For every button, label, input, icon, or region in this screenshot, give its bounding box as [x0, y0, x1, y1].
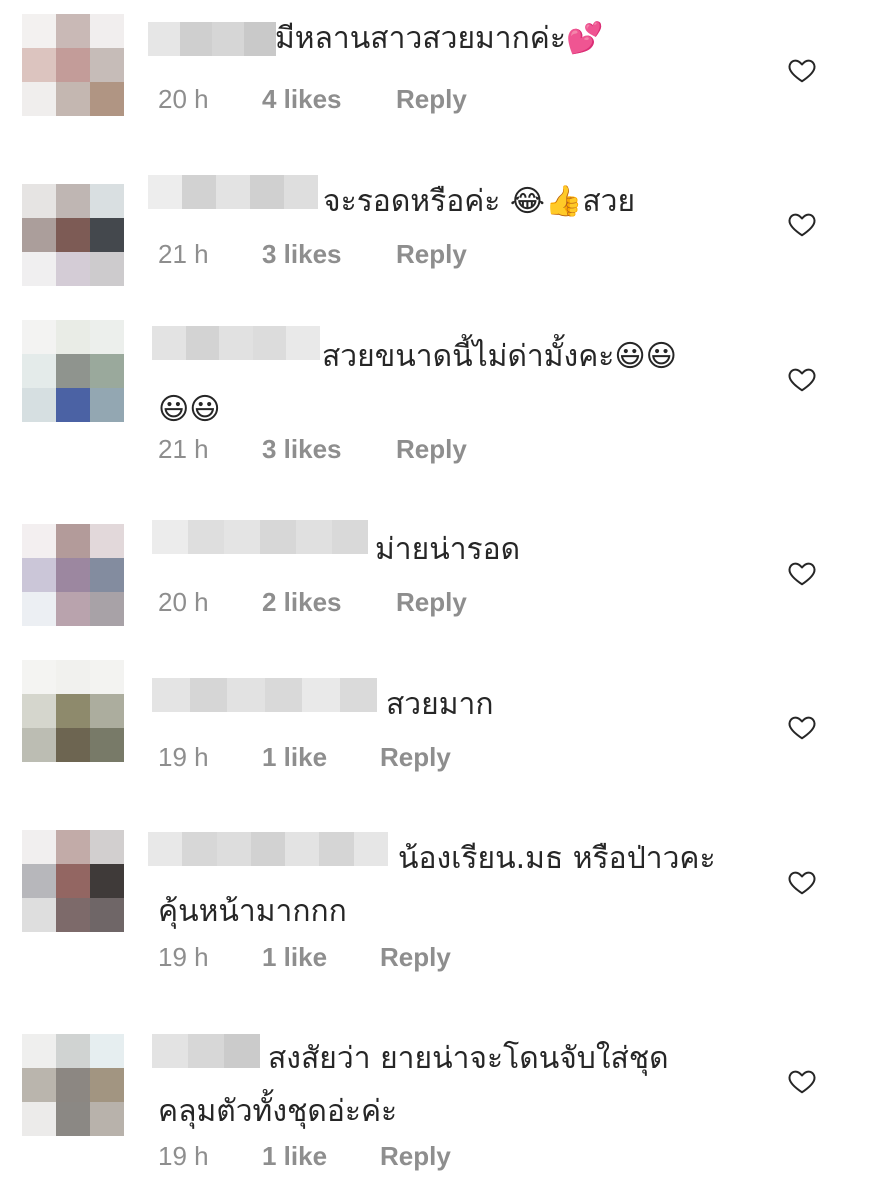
heart-outline-icon[interactable] [787, 55, 817, 85]
avatar[interactable] [22, 184, 124, 286]
avatar[interactable] [22, 830, 124, 932]
avatar[interactable] [22, 14, 124, 116]
avatar[interactable] [22, 1034, 124, 1136]
comment-meta: 21 h 3 likes Reply [158, 434, 467, 465]
comment-time: 19 h [158, 942, 209, 972]
heart-outline-icon[interactable] [787, 1066, 817, 1096]
avatar[interactable] [22, 524, 124, 626]
comment-likes[interactable]: 3 likes [262, 239, 396, 270]
reply-button[interactable]: Reply [396, 587, 467, 618]
comment-meta: 19 h 1 like Reply [158, 1141, 451, 1172]
reply-button[interactable]: Reply [396, 84, 467, 115]
avatar[interactable] [22, 660, 124, 762]
avatar[interactable] [22, 320, 124, 422]
comment-text: มีหลานสาวสวยมากค่ะ💕 [275, 21, 604, 56]
comment-meta: 20 h 4 likes Reply [158, 84, 467, 115]
comment-time: 21 h [158, 434, 209, 464]
comment-time: 20 h [158, 587, 209, 617]
comment-time: 20 h [158, 84, 209, 114]
heart-outline-icon[interactable] [787, 558, 817, 588]
comment-time: 19 h [158, 1141, 209, 1171]
reply-button[interactable]: Reply [396, 434, 467, 465]
comment-likes[interactable]: 1 like [262, 1141, 380, 1172]
comment-likes[interactable]: 1 like [262, 742, 380, 773]
comment-text: สวยขนาดนี้ไม่ด่ามั้งคะ😃😃 😃😃 [158, 339, 677, 427]
comment-likes[interactable]: 2 likes [262, 587, 396, 618]
heart-outline-icon[interactable] [787, 712, 817, 742]
reply-button[interactable]: Reply [380, 942, 451, 973]
comment-meta: 19 h 1 like Reply [158, 742, 451, 773]
username-blurred[interactable] [148, 175, 318, 209]
comment-likes[interactable]: 3 likes [262, 434, 396, 465]
heart-outline-icon[interactable] [787, 209, 817, 239]
heart-outline-icon[interactable] [787, 364, 817, 394]
comment-text: น้องเรียน.มธ หรือป่าวคะ คุ้นหน้ามากกก [158, 841, 716, 929]
username-blurred[interactable] [148, 22, 276, 56]
reply-button[interactable]: Reply [380, 742, 451, 773]
comment-likes[interactable]: 4 likes [262, 84, 396, 115]
username-blurred[interactable] [152, 678, 377, 712]
comment-likes[interactable]: 1 like [262, 942, 380, 973]
heart-outline-icon[interactable] [787, 867, 817, 897]
comment-meta: 19 h 1 like Reply [158, 942, 451, 973]
reply-button[interactable]: Reply [396, 239, 467, 270]
username-blurred[interactable] [152, 520, 368, 554]
comment-time: 19 h [158, 742, 209, 772]
reply-button[interactable]: Reply [380, 1141, 451, 1172]
comment-text: สงสัยว่า ยายน่าจะโดนจับใส่ชุด คลุมตัวทั้… [158, 1041, 669, 1129]
comment-meta: 21 h 3 likes Reply [158, 239, 467, 270]
comment-time: 21 h [158, 239, 209, 269]
comment-meta: 20 h 2 likes Reply [158, 587, 467, 618]
